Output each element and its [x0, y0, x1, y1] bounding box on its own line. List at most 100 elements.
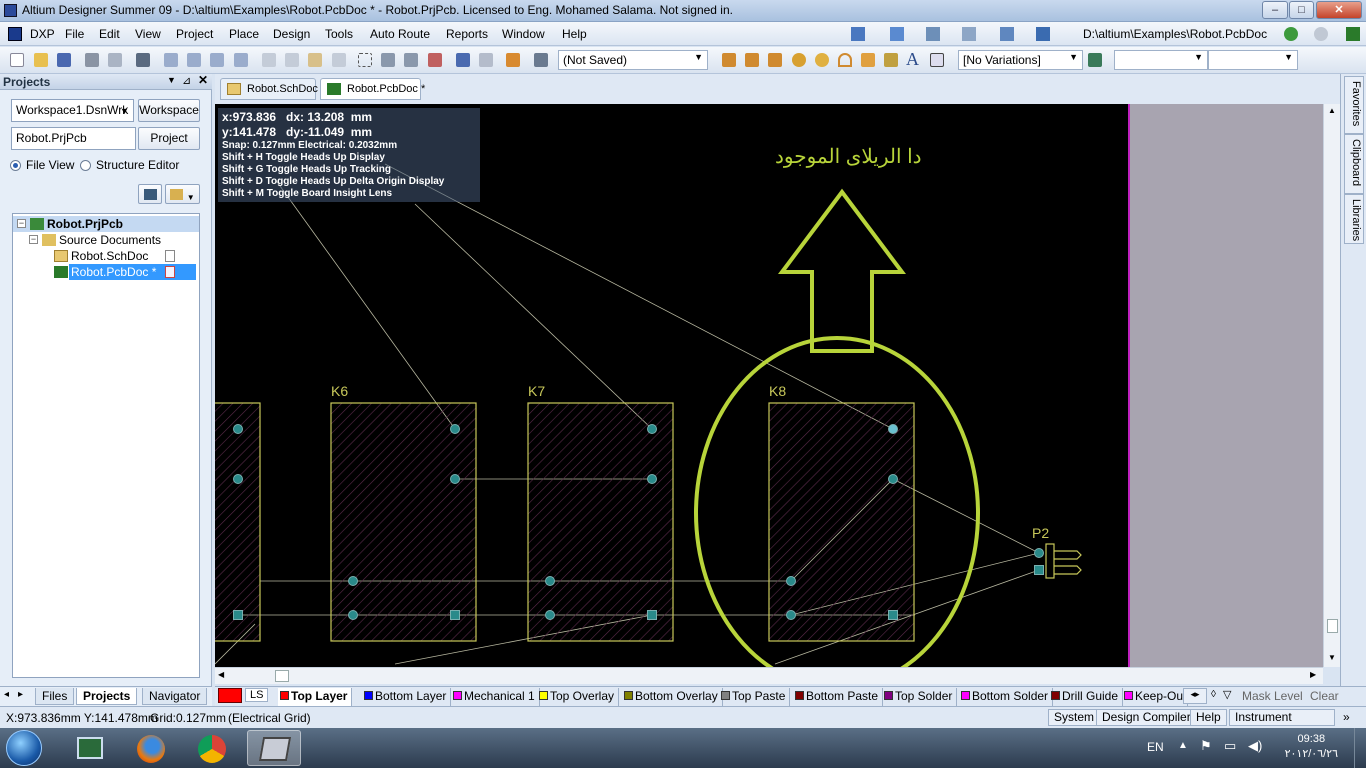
taskbar-app-1[interactable]: [62, 730, 116, 766]
collapse-icon[interactable]: −: [17, 219, 26, 228]
print-icon[interactable]: [85, 53, 99, 67]
horizontal-scroll-thumb[interactable]: [275, 670, 289, 682]
tab-robot-pcbdoc[interactable]: Robot.PcbDoc *: [320, 78, 425, 100]
pcb-tool-icon[interactable]: [851, 27, 865, 41]
select-icon[interactable]: [926, 27, 940, 41]
workspace-button[interactable]: Workspace: [138, 99, 200, 122]
empty-combo-2[interactable]: ▼: [1208, 50, 1298, 70]
diff-pair-icon[interactable]: [768, 53, 782, 67]
variations-combo[interactable]: [No Variations] ▼: [958, 50, 1083, 70]
tree-row-folder[interactable]: − Source Documents: [13, 232, 199, 248]
show-hidden-icons-icon[interactable]: ▲: [1178, 740, 1188, 751]
save-icon[interactable]: [57, 53, 71, 67]
align-icon[interactable]: [890, 27, 904, 41]
layer-tab-bottom-solder[interactable]: Bottom Solder: [959, 688, 1054, 706]
copy-icon[interactable]: [285, 53, 299, 67]
menu-dxp[interactable]: DXP: [30, 27, 55, 41]
volume-icon[interactable]: ◀): [1248, 738, 1262, 754]
tree-row-project[interactable]: − Robot.PrjPcb: [13, 216, 199, 232]
layer-tab-top-overlay[interactable]: Top Overlay: [537, 688, 620, 706]
paste-icon[interactable]: [308, 53, 322, 67]
layer-tab-mechanical-1[interactable]: Mechanical 1: [451, 688, 540, 706]
rubber-stamp-icon[interactable]: [332, 53, 346, 67]
scroll-down-icon[interactable]: ▼: [1328, 653, 1336, 662]
layer-tab-bottom-layer[interactable]: Bottom Layer: [362, 688, 452, 706]
open-icon[interactable]: [34, 53, 48, 67]
design-compiler-button[interactable]: Design Compiler: [1096, 709, 1197, 726]
forward-icon[interactable]: [1314, 27, 1328, 41]
close-button[interactable]: ✕: [1316, 1, 1362, 19]
pin-icon[interactable]: ⊿: [182, 74, 191, 87]
cross-probe-icon[interactable]: [506, 53, 520, 67]
menu-reports[interactable]: Reports: [446, 27, 488, 41]
component-icon[interactable]: [930, 53, 944, 67]
show-desktop-button[interactable]: [1354, 728, 1366, 768]
new-icon[interactable]: [10, 53, 24, 67]
zoom-filtered-icon[interactable]: [234, 53, 248, 67]
layer-tab-keep-ou[interactable]: Keep-Ou: [1122, 688, 1189, 706]
menu-tools[interactable]: Tools: [325, 27, 353, 41]
file-view-radio[interactable]: [10, 160, 21, 171]
panel-close-icon[interactable]: ✕: [198, 73, 208, 87]
horizontal-scrollbar[interactable]: ◀ ▶: [215, 667, 1323, 684]
clear-button[interactable]: Clear: [1310, 689, 1339, 703]
browse-icon[interactable]: [534, 53, 548, 67]
panel-menu-icon[interactable]: ▼: [167, 75, 176, 85]
grid-icon[interactable]: [1036, 27, 1050, 41]
redo-icon[interactable]: [479, 53, 493, 67]
tab-files[interactable]: Files: [35, 688, 75, 705]
clear-filter-icon[interactable]: [428, 53, 442, 67]
text-icon[interactable]: A: [906, 49, 919, 70]
undo-icon[interactable]: [456, 53, 470, 67]
vertical-scrollbar[interactable]: ▲ ▼: [1323, 104, 1340, 667]
workspace-select[interactable]: Workspace1.DsnWrk: [11, 99, 134, 122]
tab-scroll-right-icon[interactable]: ▸: [18, 689, 23, 700]
scroll-right-icon[interactable]: ▶: [1310, 670, 1316, 679]
tab-scroll-left-icon[interactable]: ◂: [4, 689, 9, 700]
layer-tab-top-paste[interactable]: Top Paste: [719, 688, 791, 706]
menu-place[interactable]: Place: [229, 27, 259, 41]
maximize-button[interactable]: □: [1289, 1, 1314, 19]
menu-view[interactable]: View: [135, 27, 161, 41]
pad-icon[interactable]: [792, 53, 806, 67]
current-layer-color-swatch[interactable]: [218, 688, 242, 703]
scroll-up-icon[interactable]: ▲: [1328, 106, 1336, 115]
taskbar-chrome[interactable]: [185, 730, 239, 766]
home-icon[interactable]: [1346, 27, 1360, 41]
dock-tab-libraries[interactable]: Libraries: [1344, 194, 1364, 244]
taskbar-clock[interactable]: 09:38 ٢٠١٢/٠٦/٢٦: [1285, 732, 1338, 762]
project-options-button[interactable]: ▼: [165, 184, 200, 204]
interactive-route-icon[interactable]: [722, 53, 736, 67]
layer-tab-top-layer[interactable]: Top Layer: [278, 688, 353, 706]
empty-combo-1[interactable]: ▼: [1114, 50, 1208, 70]
layers-icon[interactable]: [136, 53, 150, 67]
menu-file[interactable]: File: [65, 27, 84, 41]
move-icon[interactable]: [381, 53, 395, 67]
minimize-button[interactable]: –: [1262, 1, 1288, 19]
back-icon[interactable]: [1284, 27, 1298, 41]
dock-tab-clipboard[interactable]: Clipboard: [1344, 134, 1364, 194]
menu-help[interactable]: Help: [562, 27, 587, 41]
multi-route-icon[interactable]: [745, 53, 759, 67]
print-preview-icon[interactable]: [108, 53, 122, 67]
saved-state-combo[interactable]: (Not Saved) ▼: [558, 50, 708, 70]
instrument-button[interactable]: Instrument: [1229, 709, 1335, 726]
deselect-icon[interactable]: [404, 53, 418, 67]
vertical-scroll-thumb[interactable]: [1327, 619, 1338, 633]
layer-tab-drill-guide[interactable]: Drill Guide: [1049, 688, 1124, 706]
mask-level-button[interactable]: Mask Level: [1242, 689, 1303, 703]
zoom-selected-icon[interactable]: [210, 53, 224, 67]
structure-editor-radio[interactable]: [80, 160, 91, 171]
layer-tab-bottom-overlay[interactable]: Bottom Overlay: [622, 688, 723, 706]
collapse-icon[interactable]: −: [29, 235, 38, 244]
zoom-area-icon[interactable]: [187, 53, 201, 67]
pcb-canvas[interactable]: K6 K7 K8 P2 دا الريلاى الموجود x:973.836…: [215, 104, 1323, 667]
dxp-icon[interactable]: [8, 27, 22, 41]
layer-tab-scroll-icon[interactable]: ◂▸: [1183, 688, 1207, 704]
project-button[interactable]: Project: [138, 127, 200, 150]
select-area-icon[interactable]: [358, 53, 372, 67]
filter-icon[interactable]: ▽: [1223, 688, 1231, 701]
tab-projects[interactable]: Projects: [76, 688, 138, 705]
scroll-left-icon[interactable]: ◀: [218, 670, 224, 679]
project-select[interactable]: Robot.PrjPcb: [11, 127, 136, 150]
